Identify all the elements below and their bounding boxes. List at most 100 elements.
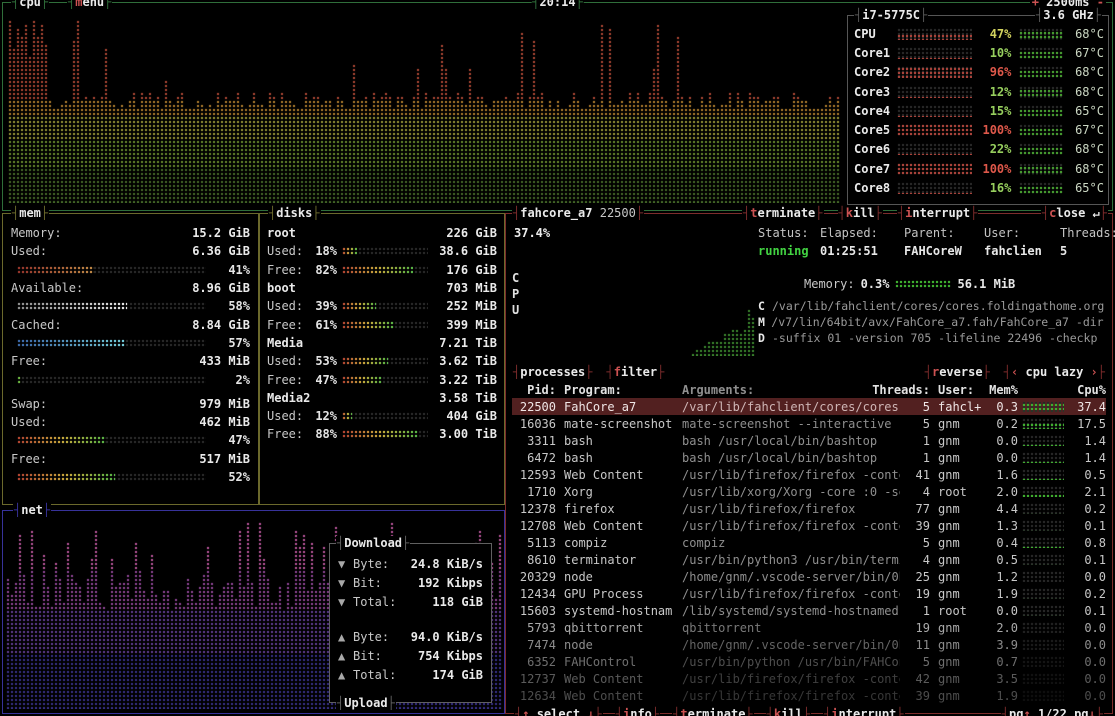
core-row: Core4 15% 65°C [854, 101, 1104, 120]
table-row[interactable]: 6352 FAHControl /usr/bin/python /usr/bin… [512, 653, 1106, 670]
disk-group: boot703 MiB Used:39%252 MiB Free:61%399 … [267, 279, 497, 334]
select-control[interactable]: ↑ select ↓ [514, 707, 603, 716]
cell-program: systemd-hostnam [564, 604, 676, 618]
download-title-text: Download [344, 536, 402, 550]
core-temp-minigraph [1019, 47, 1062, 59]
interrupt-button[interactable]: interrupt [897, 206, 979, 220]
disk-free-percent: 61% [307, 318, 337, 332]
cpu-frequency: 3.6 GHz [1035, 8, 1102, 22]
disks-box-title: disks [268, 206, 321, 220]
cell-pid: 12634 [512, 689, 556, 703]
table-row[interactable]: 16036 mate-screenshot mate-screenshot --… [512, 415, 1106, 432]
sort-selector[interactable]: ‹ cpu lazy › [1003, 365, 1106, 379]
cell-arguments: /lib/systemd/systemd-hostnamed [682, 604, 900, 618]
table-row[interactable]: 12593 Web Content /usr/lib/firefox/firef… [512, 466, 1106, 483]
sort-mode-label: cpu lazy [1026, 365, 1084, 379]
cell-arguments: /usr/lib/xorg/Xorg -core :0 -seat s [682, 485, 900, 499]
table-row[interactable]: 12434 GPU Process /usr/lib/firefox/firef… [512, 585, 1106, 602]
info-button[interactable]: info [615, 707, 660, 716]
cell-user: gnm [938, 451, 986, 465]
cell-user: gnm [938, 502, 986, 516]
core-label: Core2 [854, 65, 897, 79]
core-usage-minigraph [897, 86, 972, 98]
core-temp-minigraph [1019, 182, 1062, 194]
close-detail-button[interactable]: close ↵ [1041, 206, 1108, 220]
menu-button[interactable]: menu [67, 0, 112, 9]
cell-mem: 1.9 [986, 689, 1018, 703]
upload-arrow-icon: ▲ [338, 668, 353, 682]
disks-box-title-text: disks [276, 206, 312, 220]
memory-free-value: 433 MiB [199, 354, 250, 368]
core-label: Core1 [854, 46, 897, 60]
reverse-sort-button[interactable]: reverse [924, 365, 991, 379]
cell-user: root [938, 604, 986, 618]
table-row[interactable]: 12378 firefox /usr/lib/firefox/firefox 7… [512, 500, 1106, 517]
process-status: running [758, 244, 820, 258]
table-row[interactable]: 7474 node /home/gnm/.vscode-server/bin/0… [512, 636, 1106, 653]
page-up-button[interactable]: pg↑ [1009, 707, 1031, 716]
cell-cpu-minigraph [1022, 554, 1064, 565]
table-row[interactable]: 20329 node /home/gnm/.vscode-server/bin/… [512, 568, 1106, 585]
terminate-button[interactable]: terminate [742, 206, 824, 220]
table-row[interactable]: 1710 Xorg /usr/lib/xorg/Xorg -core :0 -s… [512, 483, 1106, 500]
cell-pid: 12708 [512, 519, 556, 533]
cell-cpu: 17.5 [1068, 417, 1106, 431]
cell-threads: 4 [900, 485, 930, 499]
table-row[interactable]: 15603 systemd-hostnam /lib/systemd/syste… [512, 602, 1106, 619]
memory-available-meter [17, 302, 206, 310]
cell-cpu: 0.0 [1068, 621, 1106, 635]
footer-interrupt-button[interactable]: interrupt [823, 707, 905, 716]
memory-total-value: 15.2 GiB [192, 226, 250, 240]
memory-available-value: 8.96 GiB [192, 281, 250, 295]
cpu-model-text: i7-5775C [862, 8, 920, 22]
memory-cached-meter [17, 339, 206, 347]
cpu-usage-graph [7, 15, 843, 203]
cell-cpu: 37.4 [1068, 400, 1106, 414]
table-row[interactable]: 12708 Web Content /usr/lib/firefox/firef… [512, 517, 1106, 534]
disk-used-label: Used: [267, 299, 307, 313]
process-memory-percent: 0.3% [861, 277, 890, 291]
core-temp-value: 68°C [1063, 162, 1104, 176]
core-label: Core4 [854, 104, 897, 118]
table-row[interactable]: 12634 Web Content /usr/lib/firefox/firef… [512, 687, 1106, 704]
cell-program: FahCore_a7 [564, 400, 676, 414]
process-list: 22500 FahCore_a7 /var/lib/fahclient/core… [512, 398, 1106, 707]
pagination: pg↑ 1/22 pg↓ [1001, 707, 1104, 716]
footer-kill-button[interactable]: kill [766, 707, 811, 716]
cell-pid: 5113 [512, 536, 556, 550]
upload-total-label: Total: [353, 668, 396, 682]
clock: 20:14 [531, 0, 584, 9]
cpu-box: cpu menu 20:14 + 2500ms - i7-5775C 3.6 G… [2, 2, 1113, 211]
process-footer: ↑ select ↓ info terminate kill interrupt… [514, 707, 1104, 716]
cell-cpu: 0.2 [1068, 587, 1106, 601]
cell-mem: 0.0 [986, 434, 1018, 448]
cell-threads: 39 [900, 689, 930, 703]
cell-arguments: /usr/bin/python3 /usr/bin/terminato [682, 553, 900, 567]
cell-threads: 5 [900, 400, 930, 414]
cell-arguments: /usr/lib/firefox/firefox -contentpr [682, 689, 900, 703]
cell-cpu: 1.4 [1068, 451, 1106, 465]
cell-user: gnm [938, 655, 986, 669]
table-row[interactable]: 12737 Web Content /usr/lib/firefox/firef… [512, 670, 1106, 687]
core-temp-minigraph [1019, 105, 1062, 117]
filter-button[interactable]: filter [606, 365, 666, 379]
core-usage-percent: 22% [972, 142, 1011, 156]
cell-program: Xorg [564, 485, 676, 499]
table-row[interactable]: 6472 bash bash /usr/local/bin/bashtop 1 … [512, 449, 1106, 466]
core-usage-percent: 16% [972, 181, 1011, 195]
cell-program: Web Content [564, 689, 676, 703]
upload-title: Upload [336, 696, 396, 710]
table-row[interactable]: 8610 terminator /usr/bin/python3 /usr/bi… [512, 551, 1106, 568]
upload-arrow-icon: ▲ [338, 649, 353, 663]
kill-button[interactable]: kill [838, 206, 883, 220]
page-down-button[interactable]: pg↓ [1074, 707, 1096, 716]
cell-pid: 12434 [512, 587, 556, 601]
cell-program: GPU Process [564, 587, 676, 601]
cell-user: fahcl+ [938, 400, 986, 414]
footer-terminate-button[interactable]: terminate [672, 707, 754, 716]
table-row[interactable]: 3311 bash bash /usr/local/bin/bashtop 1 … [512, 432, 1106, 449]
table-row[interactable]: 22500 FahCore_a7 /var/lib/fahclient/core… [512, 398, 1106, 415]
disk-free-meter [342, 376, 428, 384]
table-row[interactable]: 5793 qbittorrent qbittorrent 19 gnm 2.0 … [512, 619, 1106, 636]
table-row[interactable]: 5113 compiz compiz 5 gnm 0.4 0.8 [512, 534, 1106, 551]
